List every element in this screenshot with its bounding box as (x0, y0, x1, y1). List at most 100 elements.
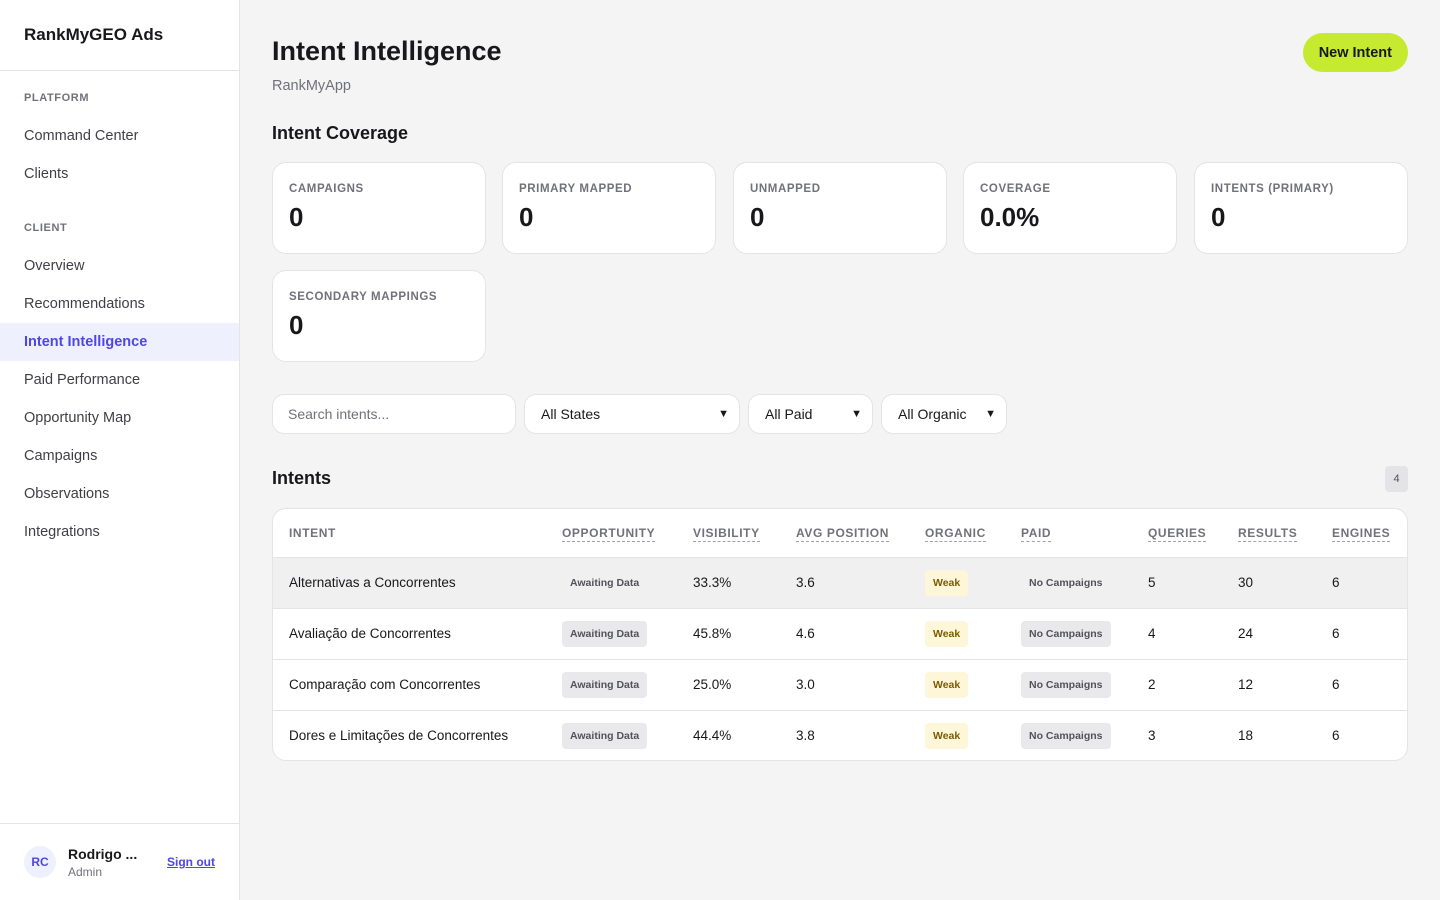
avg-position-value: 4.6 (796, 608, 925, 660)
table-row[interactable]: Comparação com Concorrentes Awaiting Dat… (273, 659, 1407, 711)
sidebar-item-clients[interactable]: Clients (0, 155, 239, 193)
chevron-down-icon: ▼ (851, 408, 862, 420)
table-header-row: INTENT OPPORTUNITY VISIBILITY AVG POSITI… (273, 509, 1407, 558)
stat-label: COVERAGE (980, 183, 1051, 195)
sidebar-item-opportunity-map[interactable]: Opportunity Map (0, 399, 239, 437)
stat-value: 0 (289, 310, 304, 340)
stat-value: 0 (1211, 202, 1226, 232)
stat-card-campaigns: CAMPAIGNS 0 (272, 162, 486, 254)
states-select-value: All States (541, 406, 601, 422)
paid-badge: No Campaigns (1021, 620, 1111, 647)
visibility-value: 45.8% (693, 608, 796, 660)
engines-value: 6 (1332, 728, 1340, 744)
organic-badge: Weak (925, 620, 969, 647)
sidebar-item-recommendations[interactable]: Recommendations (0, 285, 239, 323)
opportunity-badge: Awaiting Data (570, 576, 640, 589)
col-visibility[interactable]: VISIBILITY (693, 509, 796, 558)
engines-value: 6 (1332, 659, 1407, 711)
platform-section-label: PLATFORM (24, 92, 90, 104)
opportunity-badge: Awaiting Data (562, 671, 648, 698)
new-intent-button[interactable]: New Intent (1302, 33, 1408, 72)
intent-coverage-title: Intent Coverage (272, 123, 409, 143)
organic-select[interactable]: All Organic ▼ (881, 394, 1007, 434)
paid-badge: No Campaigns (1021, 722, 1111, 749)
results-value: 18 (1238, 728, 1254, 744)
app-logo-text[interactable]: RankMyGEO Ads (0, 0, 239, 71)
paid-select[interactable]: All Paid ▼ (748, 394, 873, 434)
stat-label: UNMAPPED (750, 183, 821, 195)
results-value: 30 (1238, 557, 1332, 609)
organic-badge: Weak (925, 722, 969, 749)
page-title: Intent Intelligence (272, 36, 502, 66)
table-row[interactable]: Dores e Limitações de Concorrentes Await… (273, 710, 1407, 760)
opportunity-badge: Awaiting Data (562, 620, 648, 647)
intent-name: Comparação com Concorrentes (273, 659, 562, 711)
col-avg-position[interactable]: AVG POSITION (796, 509, 925, 558)
page-subtitle: RankMyApp (272, 78, 351, 94)
sidebar-item-observations[interactable]: Observations (0, 475, 239, 513)
sidebar: RankMyGEO Ads PLATFORM Command Center Cl… (0, 0, 240, 900)
stat-label: CAMPAIGNS (289, 183, 364, 195)
user-info: Rodrigo ... Admin (68, 846, 167, 879)
intent-name: Dores e Limitações de Concorrentes (289, 728, 509, 744)
organic-badge: Weak (925, 569, 969, 596)
sidebar-item-paid-performance[interactable]: Paid Performance (0, 361, 239, 399)
stat-value: 0 (750, 202, 765, 232)
user-name: Rodrigo ... (68, 845, 138, 862)
chevron-down-icon: ▼ (985, 408, 996, 420)
col-results[interactable]: RESULTS (1238, 509, 1332, 558)
organic-select-value: All Organic (898, 406, 967, 422)
opportunity-badge: Awaiting Data (562, 722, 648, 749)
sidebar-item-command-center[interactable]: Command Center (0, 117, 239, 155)
sidebar-item-intent-intelligence[interactable]: Intent Intelligence (0, 323, 239, 361)
table-row[interactable]: Alternativas a Concorrentes Awaiting Dat… (273, 557, 1407, 609)
stat-label: SECONDARY MAPPINGS (289, 291, 438, 303)
col-queries[interactable]: QUERIES (1148, 509, 1238, 558)
states-select[interactable]: All States ▼ (524, 394, 740, 434)
sidebar-item-overview[interactable]: Overview (0, 247, 239, 285)
stat-label: INTENTS (PRIMARY) (1211, 183, 1334, 195)
queries-value: 3 (1148, 728, 1156, 744)
stat-value: 0 (519, 202, 534, 232)
user-role: Admin (68, 864, 103, 879)
visibility-value: 44.4% (693, 728, 732, 744)
search-input[interactable] (272, 394, 516, 434)
avg-position-value: 3.6 (796, 557, 925, 609)
visibility-value: 25.0% (693, 659, 796, 711)
stat-card-unmapped: UNMAPPED 0 (733, 162, 947, 254)
sidebar-item-integrations[interactable]: Integrations (0, 513, 239, 551)
stat-value: 0.0% (980, 202, 1040, 232)
intent-name: Avaliação de Concorrentes (273, 608, 562, 660)
queries-value: 5 (1148, 557, 1238, 609)
stat-card-primary-mapped: PRIMARY MAPPED 0 (502, 162, 716, 254)
paid-badge: No Campaigns (1021, 671, 1111, 698)
col-paid[interactable]: PAID (1021, 509, 1148, 558)
intent-name: Alternativas a Concorrentes (273, 557, 562, 609)
intents-table: INTENT OPPORTUNITY VISIBILITY AVG POSITI… (272, 508, 1408, 761)
avg-position-value: 3.0 (796, 659, 925, 711)
results-value: 12 (1238, 659, 1332, 711)
col-intent: INTENT (273, 509, 562, 558)
chevron-down-icon: ▼ (718, 408, 729, 420)
paid-badge: No Campaigns (1029, 576, 1103, 589)
table-row[interactable]: Avaliação de Concorrentes Awaiting Data … (273, 608, 1407, 660)
queries-value: 2 (1148, 659, 1238, 711)
engines-value: 6 (1332, 557, 1407, 609)
avg-position-value: 3.8 (796, 728, 815, 744)
queries-value: 4 (1148, 608, 1238, 660)
organic-badge: Weak (925, 671, 969, 698)
avatar[interactable]: RC (24, 846, 56, 878)
stat-card-intents-primary: INTENTS (PRIMARY) 0 (1194, 162, 1408, 254)
sidebar-item-campaigns[interactable]: Campaigns (0, 437, 239, 475)
col-engines[interactable]: ENGINES (1332, 509, 1407, 558)
col-organic[interactable]: ORGANIC (925, 509, 1021, 558)
engines-value: 6 (1332, 608, 1407, 660)
stat-value: 0 (289, 202, 304, 232)
sign-out-link[interactable]: Sign out (167, 855, 215, 869)
stat-card-coverage: COVERAGE 0.0% (963, 162, 1177, 254)
client-section-label: CLIENT (24, 222, 68, 234)
col-opportunity[interactable]: OPPORTUNITY (562, 509, 693, 558)
stat-card-secondary-mappings: SECONDARY MAPPINGS 0 (272, 270, 486, 362)
intents-title: Intents (272, 468, 332, 488)
user-bar: RC Rodrigo ... Admin Sign out (0, 823, 239, 900)
